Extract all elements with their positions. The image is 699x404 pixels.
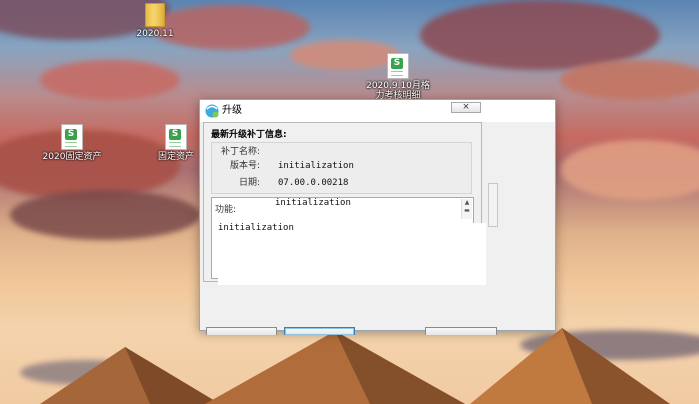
desktop-icon-label: 2020.9.10月格力考核明细 — [366, 81, 430, 101]
dialog-title: 升级 — [222, 105, 242, 116]
wallpaper-cloud — [560, 140, 699, 200]
close-button[interactable]: ⨯ — [451, 102, 481, 113]
function-label: 功能: — [215, 205, 237, 215]
patch-info-group: 补丁名称: 版本号: initialization 日期: 07.00.0.00… — [211, 142, 472, 194]
desktop-icon-label: 2020.11 — [136, 29, 174, 39]
folder-icon — [145, 3, 165, 27]
dialog-titlebar[interactable]: 升级 ⨯ — [200, 100, 555, 122]
scroll-thumb-icon[interactable]: ▬ — [462, 207, 472, 215]
function-title-value: initialization — [275, 198, 351, 208]
pyramid-right — [470, 328, 670, 404]
wallpaper-cloud — [40, 60, 180, 100]
upgrade-dialog: 升级 ⨯ 最新升级补丁信息: 补丁名称: 版本号: initialization… — [199, 99, 556, 335]
version-label: 版本号: — [229, 161, 260, 171]
function-body-text: initialization — [218, 223, 294, 233]
wallpaper-cloud — [560, 60, 699, 100]
patch-name-label: 补丁名称: — [220, 147, 260, 157]
scroll-up-icon[interactable]: ▲ — [462, 199, 472, 207]
dialog-button-middle[interactable] — [284, 327, 355, 335]
desktop-icon-kaohe-mingxi[interactable]: S 2020.9.10月格力考核明细 — [363, 53, 433, 101]
pyramid-left — [40, 347, 220, 404]
date-label: 日期: — [238, 178, 260, 188]
upgrade-app-icon — [205, 104, 219, 118]
desktop-icon-2020-gudingzichan[interactable]: S 2020固定资产 — [37, 124, 107, 162]
version-value: initialization — [278, 161, 354, 171]
spreadsheet-icon: S — [165, 124, 187, 150]
side-panel-edge — [488, 183, 498, 227]
dialog-button-left[interactable] — [206, 327, 277, 335]
desktop-icon-folder-2020-11[interactable]: 2020.11 — [120, 3, 190, 39]
patch-info-header: 最新升级补丁信息: — [211, 130, 287, 140]
wallpaper-cloud — [10, 190, 200, 240]
dialog-button-right[interactable] — [425, 327, 497, 335]
desktop-icon-label: 2020固定资产 — [42, 152, 102, 162]
function-scrollbar[interactable]: ▲ ▬ — [461, 199, 472, 219]
pyramid-center — [205, 331, 465, 404]
spreadsheet-icon: S — [387, 53, 409, 79]
date-value: 07.00.0.00218 — [278, 178, 349, 188]
spreadsheet-icon: S — [61, 124, 83, 150]
